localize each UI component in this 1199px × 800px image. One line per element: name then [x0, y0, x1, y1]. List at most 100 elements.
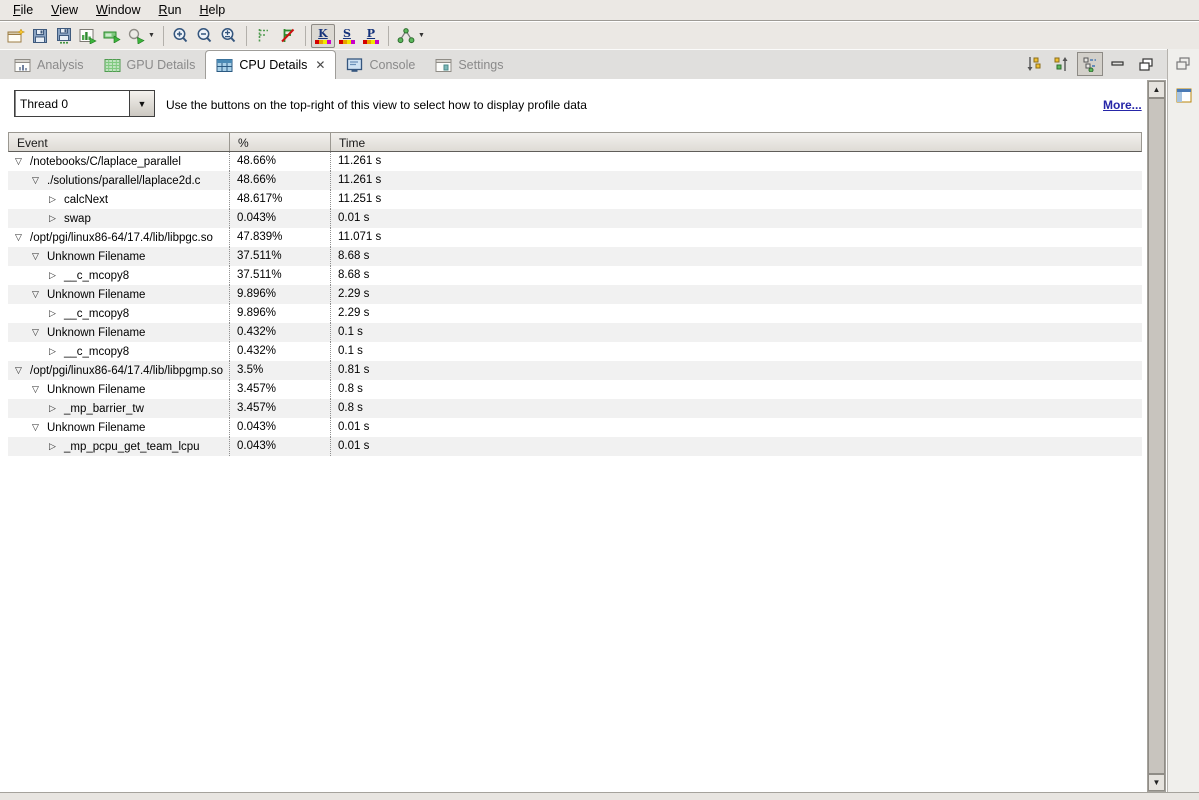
browse-button[interactable] — [124, 24, 148, 48]
expand-icon[interactable]: ▷ — [46, 270, 59, 281]
expand-icon[interactable]: ▷ — [46, 194, 59, 205]
bottom-up-view-button[interactable] — [1049, 52, 1075, 76]
menu-run[interactable]: Run — [150, 1, 191, 19]
expand-icon[interactable]: ▷ — [46, 403, 59, 414]
expand-icon[interactable]: ▷ — [46, 213, 59, 224]
browse-dropdown-caret[interactable]: ▼ — [148, 32, 158, 39]
table-row[interactable]: ▷swap0.043%0.01 s — [8, 209, 1142, 228]
table-row[interactable]: ▽Unknown Filename3.457%0.8 s — [8, 380, 1142, 399]
event-cell: ▽Unknown Filename — [8, 323, 229, 342]
tab-console[interactable]: Console — [336, 51, 425, 79]
import-profile-button[interactable] — [100, 24, 124, 48]
zoom-out-button[interactable] — [193, 24, 217, 48]
menu-file[interactable]: File — [4, 1, 42, 19]
tab-settings[interactable]: Settings — [425, 51, 513, 79]
table-row[interactable]: ▷_mp_pcpu_get_team_lcpu0.043%0.01 s — [8, 437, 1142, 456]
vertical-scrollbar[interactable]: ▲ ▼ — [1147, 80, 1166, 792]
zoom-in-icon — [172, 27, 189, 44]
collapse-icon[interactable]: ▽ — [29, 327, 42, 338]
table-row[interactable]: ▽/opt/pgi/linux86-64/17.4/lib/libpgmp.so… — [8, 361, 1142, 380]
fast-view-bar — [1167, 49, 1199, 792]
collapse-icon[interactable]: ▽ — [12, 232, 25, 243]
column-header-pct[interactable]: % — [230, 133, 331, 151]
thread-selector-dropdown-button[interactable]: ▼ — [129, 91, 154, 116]
maximize-view-button[interactable] — [1133, 52, 1159, 76]
thread-selector-value[interactable]: Thread 0 — [15, 91, 129, 116]
source-mode-button[interactable]: S — [335, 24, 359, 48]
menu-help[interactable]: Help — [190, 1, 234, 19]
table-row[interactable]: ▷__c_mcopy89.896%2.29 s — [8, 304, 1142, 323]
menu-window[interactable]: Window — [87, 1, 149, 19]
new-session-button[interactable] — [4, 24, 28, 48]
column-header-time[interactable]: Time — [331, 133, 1141, 151]
thread-selector[interactable]: Thread 0 ▼ — [14, 90, 155, 117]
collapse-icon[interactable]: ▽ — [29, 422, 42, 433]
tab-cpu-details[interactable]: CPU Details✕ — [205, 50, 336, 79]
expand-icon[interactable]: ▷ — [46, 308, 59, 319]
collapse-icon[interactable]: ▽ — [12, 365, 25, 376]
cpu-details-icon — [216, 58, 233, 73]
scroll-up-button[interactable]: ▲ — [1148, 81, 1165, 98]
percent-cell: 48.66% — [229, 171, 330, 190]
mark-region-button[interactable] — [252, 24, 276, 48]
save-button[interactable] — [28, 24, 52, 48]
event-label: __c_mcopy8 — [64, 308, 129, 320]
minimized-view-button[interactable] — [1168, 88, 1199, 103]
event-cell: ▽/opt/pgi/linux86-64/17.4/lib/libpgmp.so — [8, 361, 229, 380]
restore-pane-button[interactable] — [1168, 57, 1199, 70]
table-row[interactable]: ▷__c_mcopy837.511%8.68 s — [8, 266, 1142, 285]
event-cell: ▷__c_mcopy8 — [8, 342, 229, 361]
more-link[interactable]: More... — [1103, 98, 1142, 112]
collapse-icon[interactable]: ▽ — [12, 156, 25, 167]
event-label: Unknown Filename — [47, 384, 145, 396]
call-tree-button[interactable] — [394, 24, 418, 48]
close-tab-icon[interactable]: ✕ — [315, 58, 325, 72]
percent-cell: 37.511% — [229, 247, 330, 266]
zoom-in-button[interactable] — [169, 24, 193, 48]
flat-view-button[interactable] — [1077, 52, 1103, 76]
scrollbar-thumb[interactable] — [1148, 98, 1165, 774]
table-row[interactable]: ▽./solutions/parallel/laplace2d.c48.66%1… — [8, 171, 1142, 190]
view-toolbar — [1021, 49, 1167, 79]
tab-analysis[interactable]: Analysis — [4, 51, 94, 79]
table-row[interactable]: ▽Unknown Filename0.432%0.1 s — [8, 323, 1142, 342]
collapse-icon[interactable]: ▽ — [29, 289, 42, 300]
column-header-event[interactable]: Event — [9, 133, 230, 151]
table-row[interactable]: ▽Unknown Filename9.896%2.29 s — [8, 285, 1142, 304]
profile-application-button[interactable] — [76, 24, 100, 48]
table-row[interactable]: ▷_mp_barrier_tw3.457%0.8 s — [8, 399, 1142, 418]
collapse-icon[interactable]: ▽ — [29, 384, 42, 395]
timeline-import-icon — [103, 29, 121, 43]
minimize-view-button[interactable] — [1105, 52, 1131, 76]
scroll-down-button[interactable]: ▼ — [1148, 774, 1165, 791]
tab-gpu-details[interactable]: GPU Details — [94, 51, 206, 79]
event-label: Unknown Filename — [47, 251, 145, 263]
event-cell: ▽ Unknown Filename — [8, 247, 229, 266]
expand-icon[interactable]: ▷ — [46, 441, 59, 452]
table-row[interactable]: ▽/notebooks/C/laplace_parallel48.66%11.2… — [8, 152, 1142, 171]
top-down-view-button[interactable] — [1021, 52, 1047, 76]
kernel-mode-button[interactable]: K — [311, 24, 335, 48]
table-row[interactable]: ▷calcNext48.617%11.251 s — [8, 190, 1142, 209]
zoom-fit-icon — [220, 27, 237, 44]
call-tree-dropdown-caret[interactable]: ▼ — [418, 32, 428, 39]
collapse-icon[interactable]: ▽ — [29, 251, 42, 262]
toolbar-separator — [305, 26, 306, 46]
expand-icon[interactable]: ▷ — [46, 346, 59, 357]
table-row[interactable]: ▽/opt/pgi/linux86-64/17.4/lib/libpgc.so4… — [8, 228, 1142, 247]
toolbar-separator — [163, 26, 164, 46]
cpu-details-view: Thread 0 ▼ Use the buttons on the top-ri… — [0, 79, 1147, 792]
clear-marks-button[interactable] — [276, 24, 300, 48]
table-row[interactable]: ▽Unknown Filename37.511%8.68 s — [8, 247, 1142, 266]
zoom-fit-button[interactable] — [217, 24, 241, 48]
save-as-button[interactable] — [52, 24, 76, 48]
view-layout-icon — [1176, 88, 1192, 103]
collapse-icon[interactable]: ▽ — [29, 175, 42, 186]
pc-sampling-button[interactable]: P — [359, 24, 383, 48]
pc-sampling-icon: P — [360, 25, 382, 47]
table-row[interactable]: ▷__c_mcopy80.432%0.1 s — [8, 342, 1142, 361]
menu-view[interactable]: View — [42, 1, 87, 19]
table-row[interactable]: ▽Unknown Filename0.043%0.01 s — [8, 418, 1142, 437]
percent-cell: 0.432% — [229, 323, 330, 342]
source-mode-icon: S — [336, 25, 358, 47]
